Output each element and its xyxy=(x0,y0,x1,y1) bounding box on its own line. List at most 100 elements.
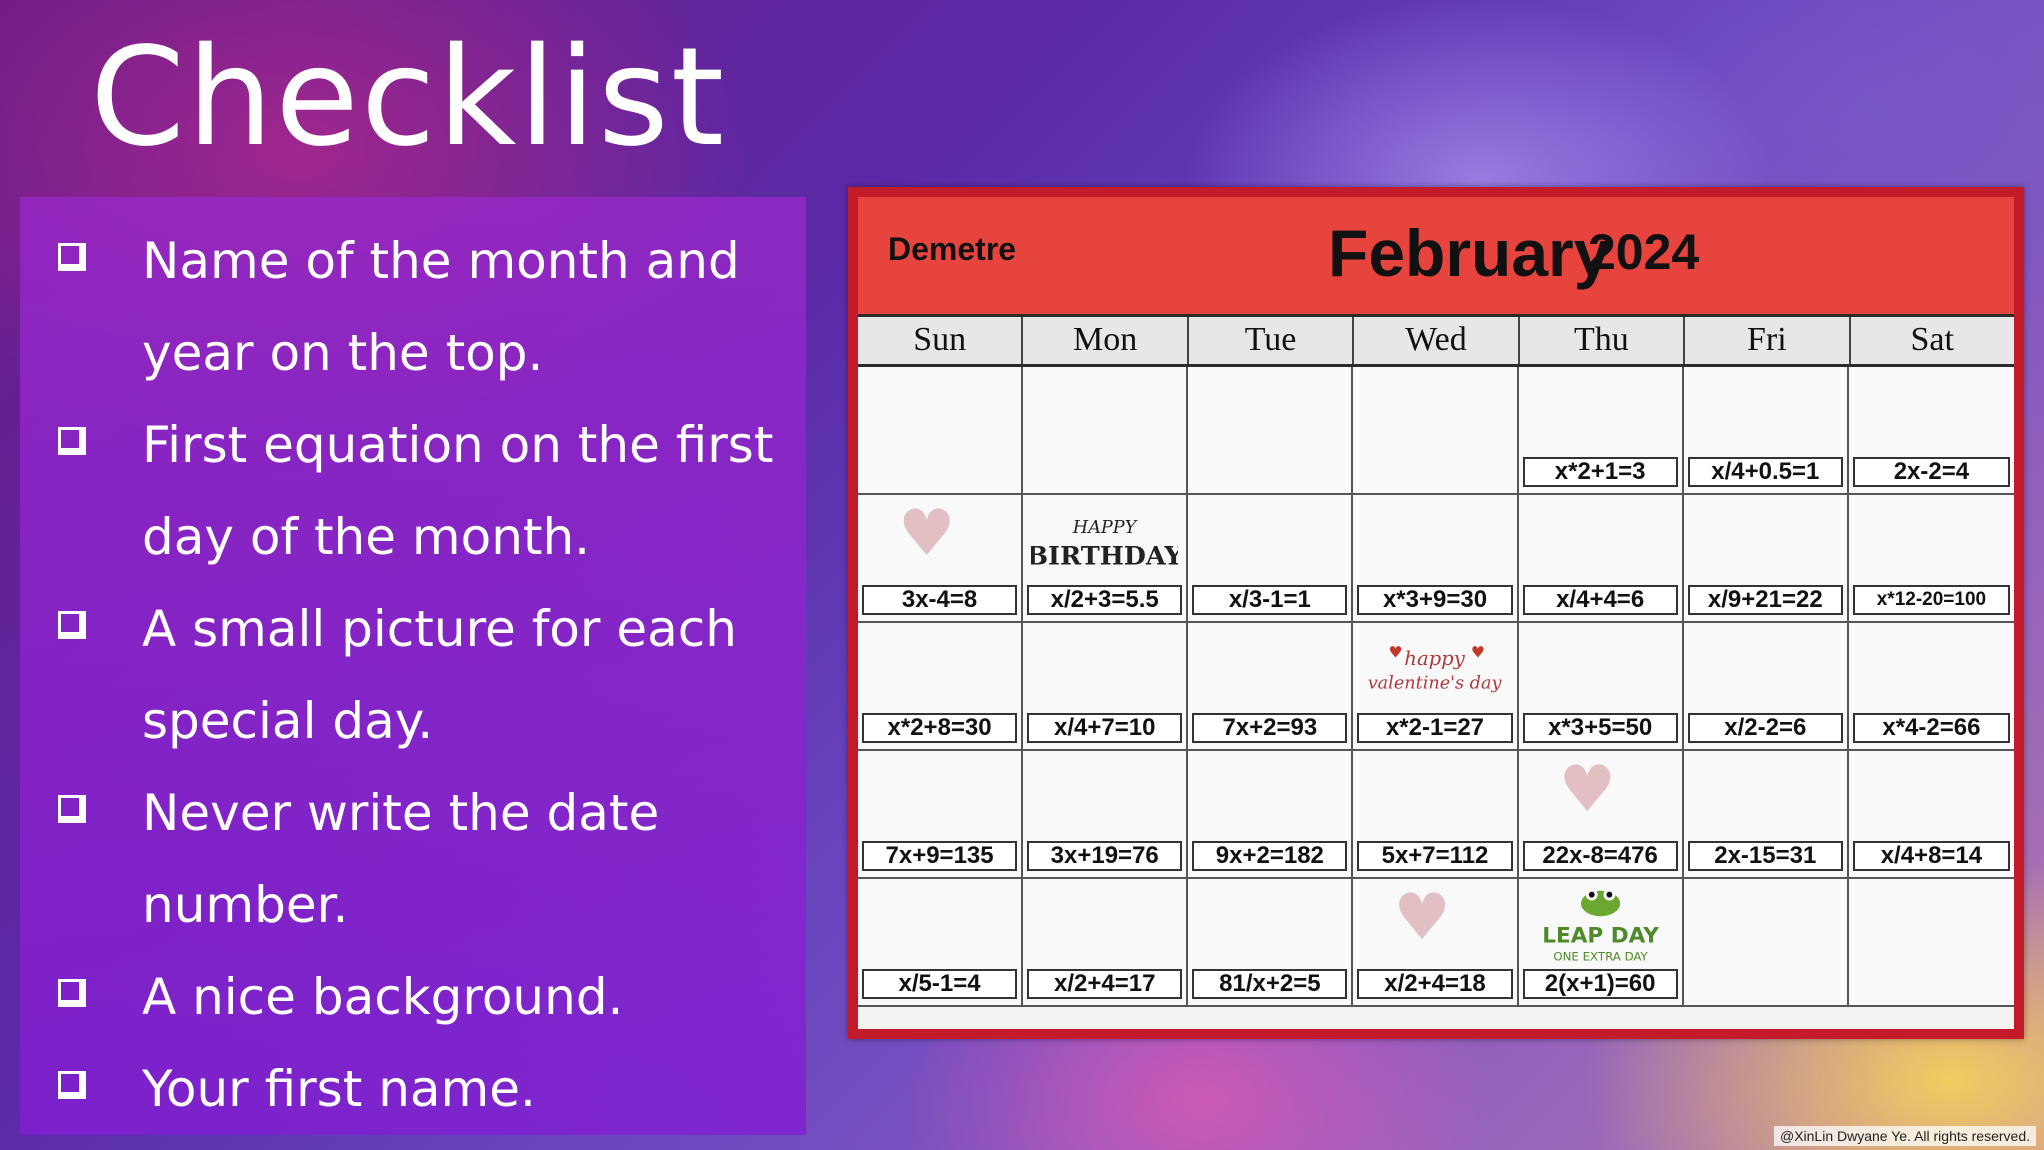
calendar-day-cell: x/2+4=17 xyxy=(1023,879,1189,1007)
checkbox-icon xyxy=(58,1071,86,1099)
calendar-day-cell: x/4+8=14 xyxy=(1848,751,2014,879)
heart-icon: ♥ xyxy=(898,497,956,571)
checklist-item-text: A small picture for each xyxy=(142,600,737,658)
checklist-item: Never write the date number. xyxy=(20,767,806,951)
calendar-day-cell xyxy=(858,367,1024,495)
equation-label: x/3-1=1 xyxy=(1192,585,1348,615)
checklist-item: A nice background. xyxy=(20,951,806,1043)
calendar-day-cell xyxy=(1353,367,1519,495)
equation-label: x/5-1=4 xyxy=(862,969,1018,999)
equation-label: x*2+8=30 xyxy=(862,713,1018,743)
birthday-sticker: HAPPY BIRTHDAY xyxy=(1027,499,1184,587)
student-name: Demetre xyxy=(888,231,1017,267)
calendar-day-cell xyxy=(1023,367,1189,495)
calendar-day-cell: x/4+0.5=1 xyxy=(1683,367,1849,495)
equation-label: 7x+9=135 xyxy=(862,841,1018,871)
calendar-header: Demetre February 2024 xyxy=(858,197,2014,317)
calendar-day-cell: HAPPY BIRTHDAY x/2+3=5.5 xyxy=(1023,495,1189,623)
calendar-day-cell: ♥ 22x-8=476 xyxy=(1518,751,1684,879)
weekday-label: Thu xyxy=(1519,317,1686,364)
page-title: Checklist xyxy=(90,19,727,177)
calendar-day-cell: x*12-20=100 xyxy=(1848,495,2014,623)
birthday-line2: BIRTHDAY xyxy=(1031,542,1178,572)
calendar-day-cell: 2x-2=4 xyxy=(1848,367,2014,495)
checklist-item-text: day of the month. xyxy=(142,508,591,566)
equation-label: x*3+5=50 xyxy=(1522,713,1678,743)
calendar-day-cell: x*2+8=30 xyxy=(858,623,1024,751)
equation-label: x/2+4=17 xyxy=(1027,969,1183,999)
calendar-day-cell: ♥ ♥ happy valentine's day x*2-1=27 xyxy=(1353,623,1519,751)
equation-label: x/4+4=6 xyxy=(1522,585,1678,615)
equation-label: 2x-15=31 xyxy=(1687,841,1843,871)
birthday-line1: HAPPY xyxy=(1072,518,1139,538)
checklist-item: Name of the month and year on the top. xyxy=(20,215,806,399)
svg-text:♥: ♥ xyxy=(1389,642,1403,661)
checklist-item-text: A nice background. xyxy=(142,968,624,1026)
calendar-day-cell: ♥ x/2+4=18 xyxy=(1353,879,1519,1007)
equation-label: x/2+4=18 xyxy=(1357,969,1513,999)
valentine-line1: happy xyxy=(1405,647,1466,670)
equation-label: 81/x+2=5 xyxy=(1192,969,1348,999)
weekday-header-row: Sun Mon Tue Wed Thu Fri Sat xyxy=(858,317,2014,367)
equation-label: x*12-20=100 xyxy=(1852,585,2010,615)
equation-label: 3x+19=76 xyxy=(1027,841,1183,871)
calendar-day-cell: x/4+4=6 xyxy=(1518,495,1684,623)
valentine-line2: valentine's day xyxy=(1368,674,1503,694)
calendar-day-cell: 9x+2=182 xyxy=(1188,751,1354,879)
equation-label: 7x+2=93 xyxy=(1192,713,1348,743)
checklist: Name of the month and year on the top. Fir… xyxy=(20,215,806,1135)
checkbox-icon xyxy=(58,979,86,1007)
heart-icon: ♥ xyxy=(1558,753,1616,827)
weekday-label: Wed xyxy=(1354,317,1520,364)
checklist-item-text: number. xyxy=(142,876,349,934)
calendar-day-cell: 3x+19=76 xyxy=(1023,751,1189,879)
calendar-day-cell: x/4+7=10 xyxy=(1023,623,1189,751)
calendar-inner: Demetre February 2024 Sun Mon Tue Wed Thu Fri… xyxy=(858,197,2014,1029)
checklist-item: First equation on the first day of the mo… xyxy=(20,399,806,583)
svg-text:♥: ♥ xyxy=(1471,642,1485,661)
weekday-label: Sat xyxy=(1850,317,2014,364)
checklist-item-text: Name of the month and xyxy=(142,232,740,290)
checkbox-icon xyxy=(58,243,86,271)
checklist-item-text: year on the top. xyxy=(142,324,544,382)
checklist-item: A small picture for each special day. xyxy=(20,583,806,767)
checklist-item: Your first name. xyxy=(20,1043,806,1135)
month-name: February xyxy=(1328,216,1611,290)
calendar-day-cell: 81/x+2=5 xyxy=(1188,879,1354,1007)
calendar-day-cell: 5x+7=112 xyxy=(1353,751,1519,879)
calendar-day-cell: x*2+1=3 xyxy=(1518,367,1684,495)
equation-label: 3x-4=8 xyxy=(862,585,1018,615)
calendar-day-cell: x/5-1=4 xyxy=(858,879,1024,1007)
calendar-day-cell xyxy=(1188,367,1354,495)
checklist-panel: Name of the month and year on the top. Fir… xyxy=(20,197,806,1135)
leap-line1: LEAP DAY xyxy=(1542,924,1659,949)
equation-label: x/4+0.5=1 xyxy=(1687,457,1843,487)
equation-label: 2x-2=4 xyxy=(1852,457,2010,487)
calendar-day-cell: x/3-1=1 xyxy=(1188,495,1354,623)
calendar-day-cell: 2x-15=31 xyxy=(1683,751,1849,879)
equation-label: 9x+2=182 xyxy=(1192,841,1348,871)
calendar-day-cell: 7x+2=93 xyxy=(1188,623,1354,751)
equation-label: 2(x+1)=60 xyxy=(1522,969,1678,999)
calendar-day-cell: ♥ 3x-4=8 xyxy=(858,495,1024,623)
equation-label: x/4+8=14 xyxy=(1852,841,2010,871)
equation-label: 22x-8=476 xyxy=(1522,841,1678,871)
weekday-label: Sun xyxy=(858,317,1024,364)
calendar-day-cell: x*4-2=66 xyxy=(1848,623,2014,751)
equation-label: x*3+9=30 xyxy=(1357,585,1513,615)
calendar-day-cell xyxy=(1683,879,1849,1007)
calendar-day-cell xyxy=(1848,879,2014,1007)
weekday-label: Fri xyxy=(1685,317,1851,364)
equation-label: x/2+3=5.5 xyxy=(1027,585,1183,615)
equation-label: x*2+1=3 xyxy=(1522,457,1678,487)
calendar-day-cell: LEAP DAY ONE EXTRA DAY 2(x+1)=60 xyxy=(1518,879,1684,1007)
weekday-label: Tue xyxy=(1188,317,1355,364)
heart-icon: ♥ xyxy=(1393,881,1451,955)
equation-label: x*4-2=66 xyxy=(1852,713,2010,743)
checklist-item-text: Never write the date xyxy=(142,784,660,842)
calendar-day-cell: x*3+5=50 xyxy=(1518,623,1684,751)
calendar-grid: x*2+1=3 x/4+0.5=1 2x-2=4 ♥ 3x-4=8 HAPPY BIRTHD… xyxy=(858,367,2014,1007)
checkbox-icon xyxy=(58,611,86,639)
checklist-item-text: special day. xyxy=(142,692,434,750)
equation-label: x/4+7=10 xyxy=(1027,713,1183,743)
